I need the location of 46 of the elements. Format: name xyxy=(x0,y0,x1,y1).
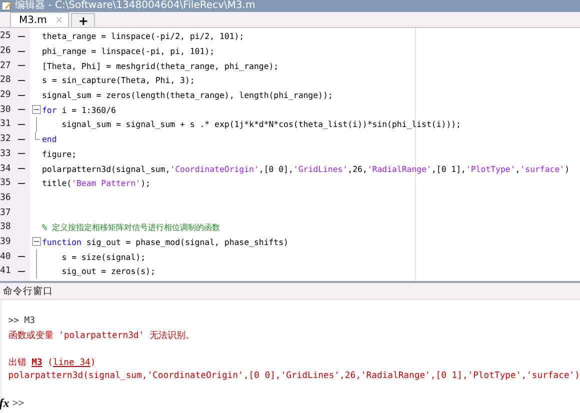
command-prompt[interactable]: >> xyxy=(12,398,24,408)
line-number: 33 xyxy=(0,148,12,159)
line-number: 38 xyxy=(0,222,12,232)
line-number: 31 xyxy=(0,119,12,130)
code-line: s = sin_capture(Theta, Phi, 3); xyxy=(42,75,195,86)
code-line: polarpattern3d(signal_sum,'CoordinateOrigin',[0 0],'GridLines',26,'RadialRange',[0 1],'PlotType','surface') xyxy=(42,164,570,174)
panel-title: 命令行窗口 xyxy=(3,284,53,298)
line-number: 40 xyxy=(0,252,12,262)
code-line: signal_sum = zeros(length(theta_range), length(phi_range)); xyxy=(42,90,333,100)
code-line: phi_range = linspace(-pi, pi, 101); xyxy=(42,46,215,56)
collapse-icon[interactable] xyxy=(32,105,40,114)
code-line: signal_sum = signal_sum + s .* exp(1j*k*d*N*cos(theta_list(i))*sin(phi_list(i))); xyxy=(60,119,461,130)
code-line: s = size(signal); xyxy=(60,252,146,262)
code-line: [Theta, Phi] = meshgrid(theta_range, phi_range); xyxy=(42,60,279,71)
error-link[interactable]: M3 xyxy=(32,358,42,368)
error-text: 出错 M3 (line 34) xyxy=(8,356,96,368)
code-line: for i = 1:360/6 xyxy=(42,104,116,115)
line-number: 26 xyxy=(0,46,12,56)
code-line: % 定义按指定相移矩阵对信号进行相位调制的函数 xyxy=(42,222,220,233)
line-number: 27 xyxy=(0,60,12,71)
line-number: 37 xyxy=(0,208,12,218)
window-title: 编辑器 - C:\Software\1348004604\FileRecv\M3.m xyxy=(15,0,256,12)
line-number: 25 xyxy=(0,31,12,42)
code-line: title('Beam Pattern'); xyxy=(42,178,150,188)
collapse-icon[interactable] xyxy=(32,237,40,246)
line-number: 28 xyxy=(0,75,12,86)
line-number: 36 xyxy=(0,192,12,203)
new-tab-button[interactable]: + xyxy=(71,13,96,27)
error-text: polarpattern3d(signal_sum,'CoordinateOrigin',[0 0],'GridLines',26,'RadialRange',[0 1],'PlotType','surface') xyxy=(8,371,580,381)
line-number: 29 xyxy=(0,90,12,100)
code-line: figure; xyxy=(42,148,77,159)
file-tab[interactable]: M3.m × xyxy=(10,12,70,27)
line-number: 39 xyxy=(0,236,12,247)
code-line: theta_range = linspace(-pi/2, pi/2, 101); xyxy=(42,31,244,42)
code-line: end xyxy=(42,134,57,144)
line-number: 30 xyxy=(0,104,12,115)
code-line: function sig_out = phase_mod(signal, phase_shifts) xyxy=(42,236,288,247)
pencil-icon xyxy=(2,1,12,11)
error-text: 函数或变量 'polarpattern3d' 无法识别。 xyxy=(8,330,194,342)
error-link[interactable]: line 34 xyxy=(52,358,90,368)
code-line: sig_out = zeros(s); xyxy=(60,266,156,276)
line-number: 35 xyxy=(0,178,12,188)
line-number: 34 xyxy=(0,164,12,174)
line-number: 41 xyxy=(0,266,12,276)
line-number: 32 xyxy=(0,134,12,144)
command-text: >> M3 xyxy=(8,316,35,326)
